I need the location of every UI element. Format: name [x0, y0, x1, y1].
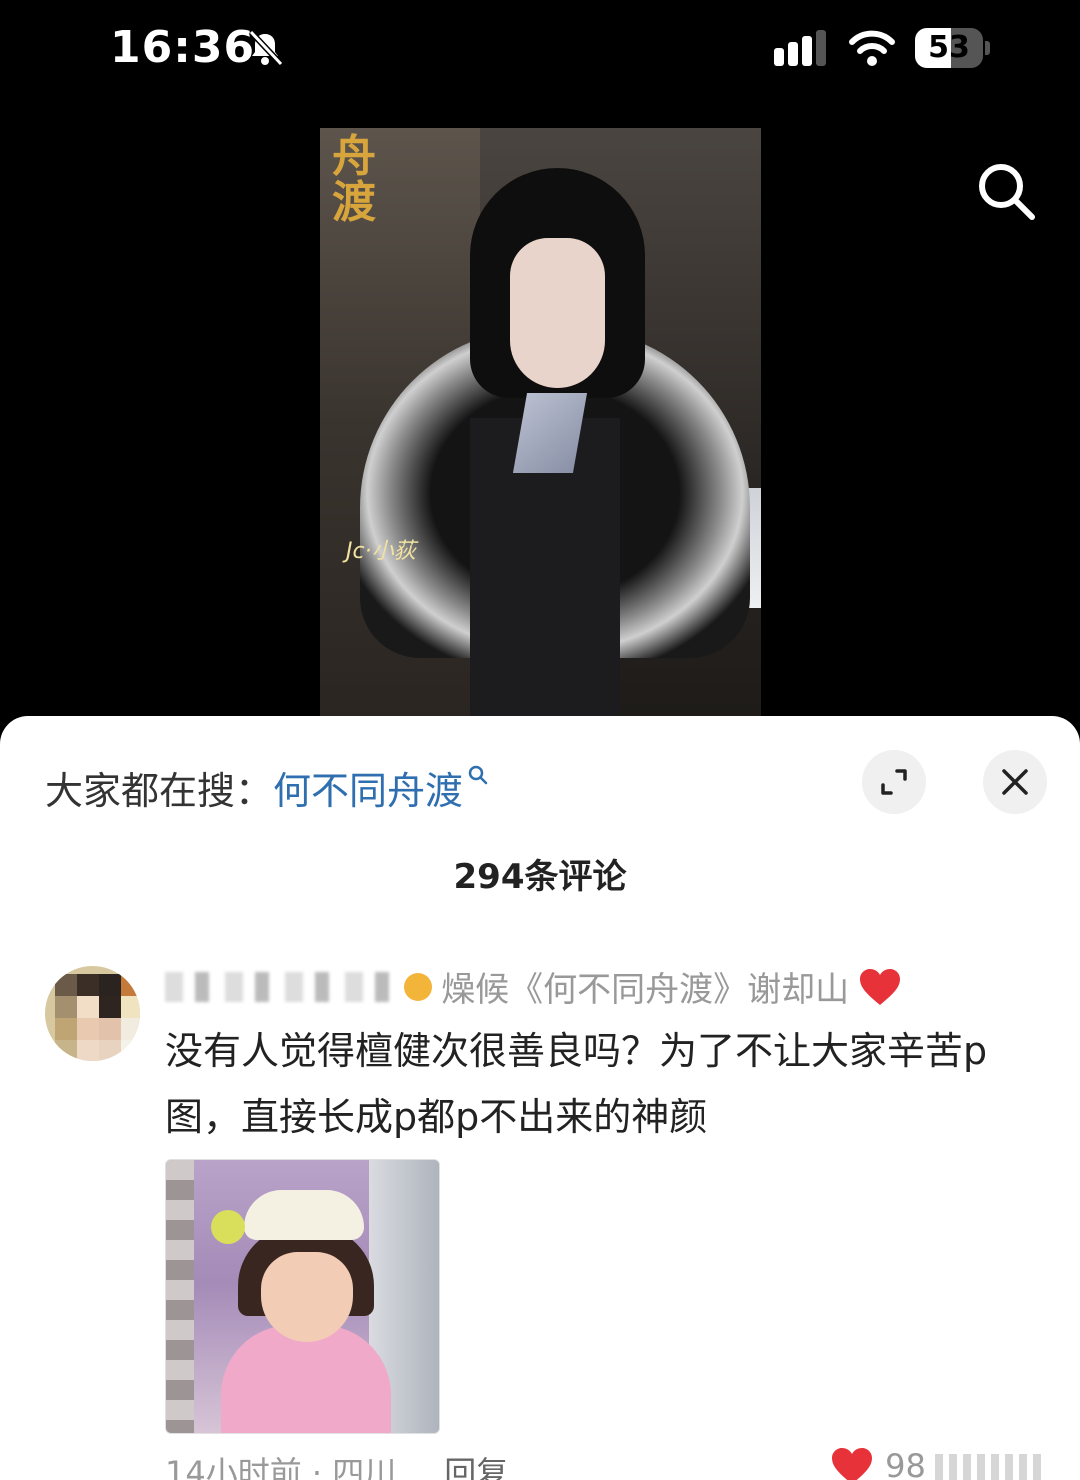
- signal-icon: [774, 30, 826, 66]
- photo-title-calligraphy: 舟渡: [332, 131, 376, 228]
- status-bar: 16:36 53: [0, 0, 1080, 100]
- hot-search-icon: [468, 765, 488, 785]
- battery-tip: [985, 41, 990, 55]
- image-hat-pompom: [211, 1210, 245, 1244]
- heart-icon: [860, 968, 901, 1005]
- comment-image[interactable]: [165, 1159, 440, 1434]
- image-girl-hat: [244, 1190, 364, 1240]
- battery-body: 53: [915, 28, 983, 68]
- comment-text: 没有人觉得檀健次很善良吗？为了不让大家辛苦p图，直接长成p都p不出来的神颜: [165, 1029, 988, 1139]
- image-stripe: [166, 1160, 194, 1433]
- status-time: 16:36: [110, 22, 256, 73]
- hot-search-term[interactable]: 何不同舟渡: [273, 769, 463, 813]
- comment-meta: 14小时前 · 四川 回复: [165, 1448, 508, 1480]
- close-button[interactable]: [983, 750, 1047, 814]
- corner-watermark: [935, 1454, 1045, 1480]
- expand-button[interactable]: [862, 750, 926, 814]
- like-button[interactable]: 98: [830, 1446, 926, 1480]
- battery-indicator: 53: [915, 28, 991, 68]
- search-icon[interactable]: [975, 160, 1037, 222]
- avatar[interactable]: [45, 966, 140, 1061]
- comment-count: 294条评论: [453, 857, 627, 897]
- wifi-icon: [849, 30, 895, 66]
- hot-search-prefix: 大家都在搜：: [45, 769, 274, 813]
- username-row[interactable]: 燥候《何不同舟渡》谢却山: [165, 962, 902, 1010]
- photo-face: [510, 238, 605, 388]
- like-count: 98: [885, 1447, 926, 1480]
- like-heart-icon: [832, 1448, 872, 1480]
- emoji-badge-icon: [404, 972, 433, 1001]
- close-icon: [1002, 769, 1028, 795]
- photo-watermark: Jc·小荻: [346, 539, 416, 564]
- username-tag: 燥候《何不同舟渡》谢却山: [441, 970, 850, 1010]
- expand-icon: [881, 769, 907, 795]
- comment-time-location: 14小时前 · 四川: [165, 1454, 397, 1480]
- username-blurred: [165, 971, 395, 1002]
- image-girl-face: [261, 1252, 353, 1342]
- battery-percent: 53: [928, 30, 970, 65]
- post-photo[interactable]: 舟渡 Jc·小荻: [320, 128, 761, 718]
- reply-button[interactable]: 回复: [444, 1454, 508, 1480]
- bell-slash-icon: [248, 29, 284, 67]
- comment-sheet: 大家都在搜：何不同舟渡 294条评论 燥候《何不同舟渡》谢却山 没有人觉得檀健次…: [0, 716, 1080, 1480]
- hot-search-row[interactable]: 大家都在搜：何不同舟渡: [45, 760, 489, 815]
